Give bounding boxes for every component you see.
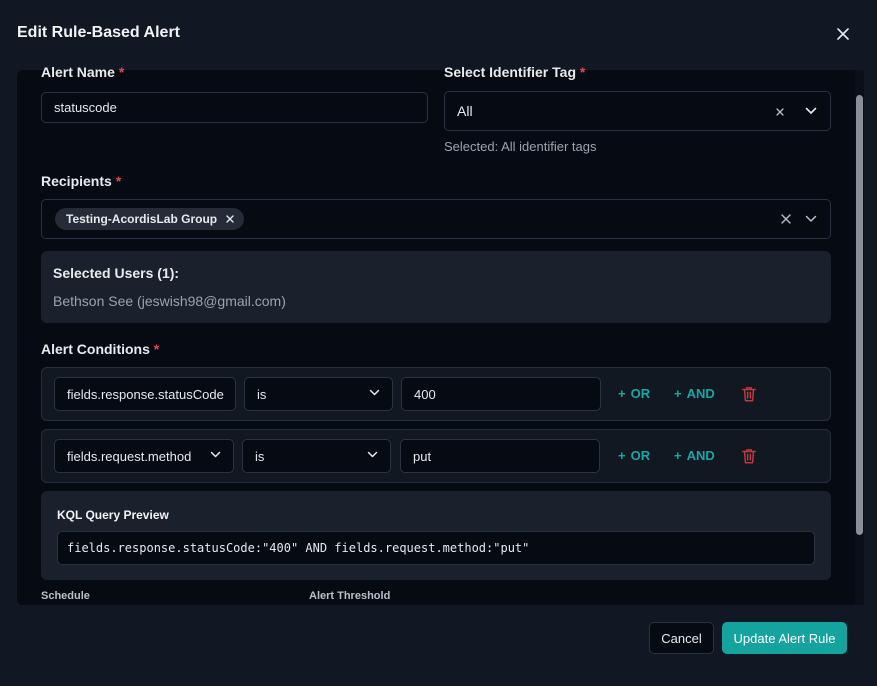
- threshold-label: Alert Threshold: [309, 590, 391, 602]
- condition-operator-select[interactable]: is: [244, 377, 393, 411]
- chevron-down-icon: [369, 389, 380, 396]
- recipients-label: Recipients *: [41, 173, 122, 189]
- trash-icon[interactable]: [740, 447, 758, 465]
- selected-user-item: Bethson See (jeswish98@gmail.com): [53, 293, 286, 309]
- close-icon: [837, 28, 849, 40]
- chevron-down-icon: [367, 451, 378, 458]
- recipient-chip-label: Testing-AcordisLab Group: [66, 212, 218, 226]
- plus-icon: +: [618, 386, 626, 401]
- clear-icon[interactable]: [776, 108, 784, 116]
- condition-operator-value: is: [255, 448, 265, 464]
- condition-row: fields.response.statusCode is 400 + OR + A…: [41, 367, 831, 421]
- trash-icon[interactable]: [740, 385, 758, 403]
- alert-name-input[interactable]: statuscode: [41, 92, 428, 123]
- identifier-tag-label: Select Identifier Tag *: [444, 64, 586, 80]
- add-or-button[interactable]: + OR: [618, 386, 650, 401]
- recipient-chip: Testing-AcordisLab Group: [55, 208, 245, 230]
- condition-field-select[interactable]: fields.response.statusCode: [54, 377, 236, 411]
- kql-preview-title: KQL Query Preview: [57, 508, 169, 522]
- alert-name-value: statuscode: [54, 100, 117, 115]
- conditions-label: Alert Conditions *: [41, 341, 160, 357]
- condition-value: put: [413, 448, 432, 464]
- condition-row: fields.request.method is put + OR + AND: [41, 429, 831, 483]
- plus-icon: +: [674, 448, 682, 463]
- kql-query-preview: fields.response.statusCode:"400" AND fie…: [57, 531, 815, 565]
- condition-field-select[interactable]: fields.request.method: [54, 439, 234, 473]
- add-or-button[interactable]: + OR: [618, 448, 650, 463]
- condition-value-input[interactable]: put: [400, 439, 600, 473]
- plus-icon: +: [674, 386, 682, 401]
- scrollbar[interactable]: [855, 70, 864, 605]
- identifier-tag-helper: Selected: All identifier tags: [444, 139, 597, 154]
- update-alert-rule-button[interactable]: Update Alert Rule: [722, 622, 847, 654]
- chevron-down-icon[interactable]: [805, 107, 817, 115]
- selected-users-card: Selected Users (1): Bethson See (jeswish…: [41, 251, 831, 323]
- cancel-button[interactable]: Cancel: [649, 622, 714, 654]
- alert-name-label: Alert Name *: [41, 64, 125, 80]
- condition-field-value: fields.response.statusCode: [67, 386, 224, 402]
- chevron-down-icon: [210, 451, 221, 458]
- clear-icon[interactable]: [781, 214, 791, 224]
- scrollbar-thumb[interactable]: [856, 95, 863, 535]
- chevron-down-icon[interactable]: [805, 215, 817, 223]
- condition-value-input[interactable]: 400: [401, 377, 601, 411]
- close-button[interactable]: [831, 22, 855, 46]
- identifier-tag-value: All: [457, 103, 473, 119]
- plus-icon: +: [618, 448, 626, 463]
- kql-query-text: fields.response.statusCode:"400" AND fie…: [67, 541, 530, 555]
- schedule-label: Schedule: [41, 590, 90, 602]
- condition-operator-value: is: [257, 386, 267, 402]
- condition-field-value: fields.request.method: [67, 448, 192, 464]
- modal-title: Edit Rule-Based Alert: [17, 24, 180, 41]
- selected-users-title: Selected Users (1):: [53, 265, 180, 281]
- condition-value: 400: [414, 386, 436, 402]
- add-and-button[interactable]: + AND: [674, 386, 715, 401]
- edit-alert-modal: Edit Rule-Based Alert Alert Name * statu…: [0, 0, 877, 686]
- add-and-button[interactable]: + AND: [674, 448, 715, 463]
- identifier-tag-select[interactable]: All: [444, 91, 831, 131]
- remove-chip-icon[interactable]: [226, 215, 234, 223]
- condition-operator-select[interactable]: is: [242, 439, 391, 473]
